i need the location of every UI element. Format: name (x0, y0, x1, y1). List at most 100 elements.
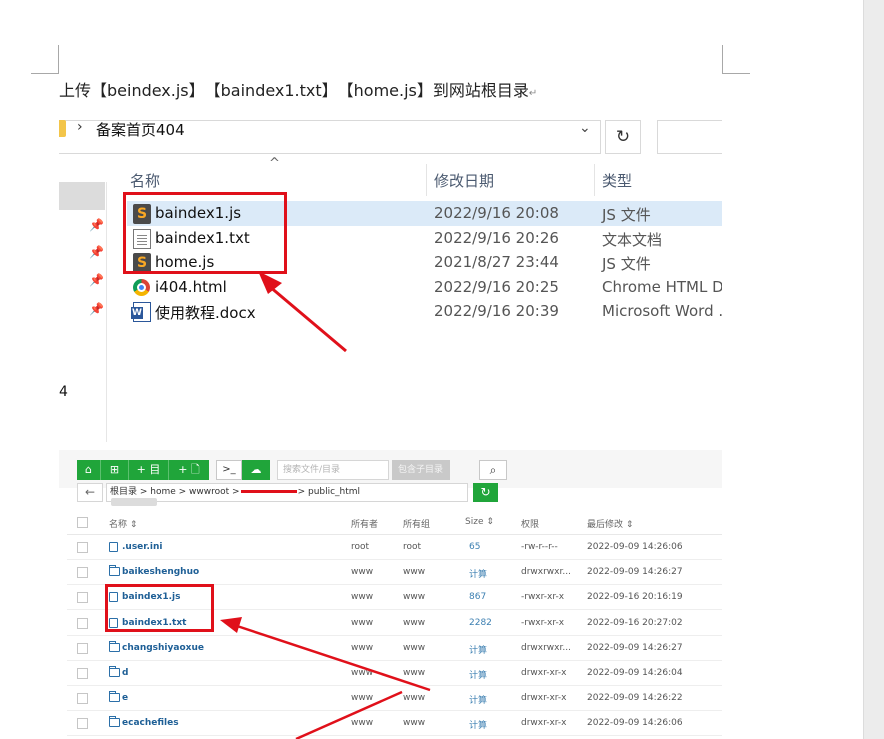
row-checkbox[interactable] (77, 693, 88, 705)
new-folder-button[interactable]: + 目 (129, 460, 169, 480)
cloud-upload-icon: ☁ (250, 463, 262, 476)
file-name-link[interactable]: changshiyaoxue (122, 643, 204, 653)
table-header: 名称 ⇕ 所有者 所有组 Size ⇕ 权限 最后修改 ⇕ (67, 510, 722, 535)
refresh-button[interactable]: ↻ (473, 483, 498, 502)
file-owner: www (351, 567, 374, 578)
address-path[interactable]: 备案首页404 (96, 119, 185, 140)
arrow-left-icon: ← (84, 485, 96, 499)
file-modified: 2022-09-09 14:26:06 (587, 718, 683, 729)
file-row[interactable]: 使用教程.docx 2022/9/16 20:39 Microsoft Word .… (127, 299, 722, 324)
tooltip (111, 498, 157, 506)
word-file-icon (131, 302, 151, 322)
file-name: 使用教程.docx (155, 304, 256, 322)
folder-icon (109, 565, 120, 577)
back-button[interactable]: ← (77, 483, 103, 502)
home-button[interactable]: ⌂ (77, 460, 101, 480)
column-divider[interactable] (594, 164, 595, 196)
grid-icon: ⊞ (109, 463, 120, 476)
file-owner: www (351, 617, 374, 628)
nav-item-selected[interactable] (59, 182, 105, 210)
file-size[interactable]: 计算 (469, 567, 487, 580)
file-size: 65 (469, 542, 481, 552)
column-divider[interactable] (426, 164, 427, 196)
search-icon: ⌕ (489, 463, 497, 477)
file-group: www (403, 617, 426, 628)
row-checkbox[interactable] (77, 642, 88, 654)
column-header-name[interactable]: 名称 (130, 170, 160, 191)
terminal-button[interactable]: >_ (216, 460, 242, 480)
file-name-link[interactable]: e (122, 693, 128, 703)
table-row[interactable]: changshiyaoxue www www 计算 drwxrwxr... 2022-09… (67, 636, 722, 661)
vertical-scrollbar[interactable] (863, 0, 884, 739)
folder-icon (109, 716, 120, 728)
row-checkbox[interactable] (77, 567, 88, 579)
file-permissions: drwxrwxr... (521, 642, 571, 653)
file-group: www (403, 592, 426, 603)
column-header-modified[interactable]: 最后修改 ⇕ (587, 517, 633, 530)
file-name-link[interactable]: baikeshenghuo (122, 567, 199, 577)
column-header-type[interactable]: 类型 (602, 170, 632, 191)
table-row[interactable]: ecachefiles www www 计算 drwxr-xr-x 2022-09-09 … (67, 711, 722, 737)
row-checkbox[interactable] (77, 668, 88, 679)
row-checkbox[interactable] (77, 592, 88, 604)
instruction-paragraph: 上传【beindex.js】 【baindex1.txt】 【home.js】到… (59, 77, 537, 101)
file-permissions: drwxr-xr-x (521, 668, 567, 678)
search-button[interactable]: ⌕ (479, 460, 507, 480)
file-owner: www (351, 718, 374, 729)
new-file-button[interactable]: + 🗋 (169, 460, 209, 480)
file-group: www (403, 642, 426, 653)
column-header-size[interactable]: Size ⇕ (465, 517, 494, 527)
table-row[interactable]: d www www 计算 drwxr-xr-x 2022-09-09 14:26:04 (67, 661, 722, 686)
refresh-button[interactable]: ↻ (605, 120, 641, 154)
file-modified: 2022-09-09 14:26:27 (587, 567, 683, 578)
nav-item-label: 4 (59, 384, 68, 400)
file-size: 2282 (469, 617, 492, 628)
file-permissions: -rw-r--r-- (521, 542, 558, 552)
column-header-name[interactable]: 名称 ⇕ (109, 517, 137, 530)
select-all-checkbox[interactable] (77, 517, 88, 528)
file-group: www (403, 668, 426, 678)
search-input[interactable] (657, 120, 722, 154)
highlight-box (105, 584, 214, 632)
file-modified: 2022-09-09 14:26:06 (587, 542, 683, 552)
file-owner: www (351, 668, 374, 678)
file-row[interactable]: i404.html 2022/9/16 20:25 Chrome HTML D... (127, 275, 722, 300)
file-size[interactable]: 计算 (469, 668, 487, 681)
column-header-group: 所有组 (403, 520, 431, 530)
file-owner: www (351, 592, 374, 603)
file-modified: 2022-09-09 14:26:04 (587, 668, 683, 678)
table-row[interactable]: baikeshenghuo www www 计算 drwxrwxr... 2022-09-… (67, 560, 722, 586)
file-group: www (403, 718, 426, 729)
file-size[interactable]: 计算 (469, 643, 487, 656)
sort-caret-icon: ^ (269, 156, 280, 171)
include-subdir-toggle[interactable]: 包含子目录 (392, 460, 450, 480)
breadcrumb-end: > public_html (297, 487, 361, 497)
row-checkbox[interactable] (77, 617, 88, 629)
upload-button[interactable]: ☁ (242, 460, 270, 480)
breadcrumb-start: 根目录 > home > wwwroot > (110, 487, 240, 497)
file-name-link[interactable]: .user.ini (122, 542, 162, 552)
file-name-link[interactable]: ecachefiles (122, 718, 179, 728)
home-icon: ⌂ (85, 463, 92, 476)
explorer-screenshot: › 备案首页404 ⌄ ↻ 📌 📌 📌 📌 4 ^ 名称 修改日期 类型 Sba… (59, 112, 722, 442)
column-header-permissions: 权限 (521, 520, 540, 530)
file-group: root (403, 542, 422, 552)
file-size[interactable]: 计算 (469, 718, 487, 731)
table-row[interactable]: .user.ini root root 65 -rw-r--r-- 2022-09-09 … (67, 535, 722, 560)
folder-icon (59, 120, 66, 137)
file-name-link[interactable]: d (122, 668, 128, 678)
table-row[interactable]: e www www 计算 drwxr-xr-x 2022-09-09 14:26:22 (67, 686, 722, 712)
path-separator-icon: › (77, 119, 83, 135)
breadcrumb[interactable]: 根目录 > home > wwwroot > > public_html (106, 483, 468, 502)
file-modified: 2022-09-16 20:16:19 (587, 592, 683, 603)
file-group: www (403, 693, 426, 704)
file-permissions: -rwxr-xr-x (521, 617, 565, 628)
row-checkbox[interactable] (77, 542, 88, 553)
file-size[interactable]: 计算 (469, 693, 487, 706)
row-checkbox[interactable] (77, 718, 88, 730)
refresh-icon: ↻ (480, 485, 491, 499)
search-input[interactable]: 搜索文件/目录 (277, 460, 389, 480)
chevron-down-icon[interactable]: ⌄ (579, 120, 591, 136)
grid-view-button[interactable]: ⊞ (101, 460, 129, 480)
column-header-modified[interactable]: 修改日期 (434, 170, 494, 191)
